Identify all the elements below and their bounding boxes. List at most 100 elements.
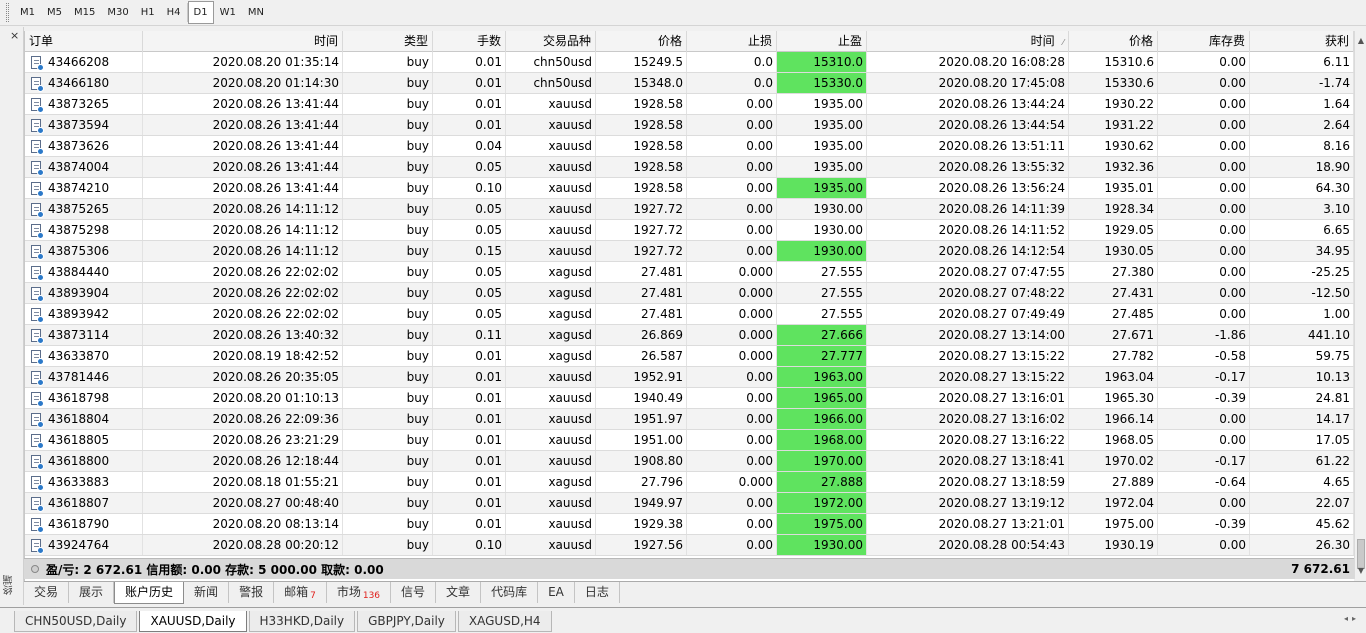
col-type: buy	[343, 409, 433, 429]
col-open-price: 15348.0	[596, 73, 687, 93]
toolbar-grip[interactable]	[6, 3, 9, 22]
col-lots: 0.05	[433, 283, 506, 303]
header-col-open-time[interactable]: 时间	[143, 31, 343, 52]
header-col-type[interactable]: 类型	[343, 31, 433, 52]
tab-9[interactable]: 代码库	[481, 582, 539, 603]
table-row[interactable]: 43618805 2020.08.26 23:21:29 buy 0.01 xauusd…	[25, 430, 1354, 451]
col-tp: 1965.00	[777, 388, 867, 408]
chart-tab-3[interactable]: GBPJPY,Daily	[357, 611, 456, 632]
chart-tab-1[interactable]: XAUUSD,Daily	[139, 611, 247, 632]
table-row[interactable]: 43633883 2020.08.18 01:55:21 buy 0.01 xagusd…	[25, 472, 1354, 493]
col-type: buy	[343, 325, 433, 345]
timeframe-m30-button[interactable]: M30	[101, 1, 134, 24]
tab-6[interactable]: 市场 136	[327, 582, 392, 603]
close-icon[interactable]: ×	[10, 29, 19, 42]
col-symbol: xagusd	[506, 304, 596, 324]
timeframe-m15-button[interactable]: M15	[68, 1, 101, 24]
col-order: 43618790	[25, 514, 143, 534]
tab-0[interactable]: 交易	[24, 582, 70, 603]
col-open-price: 1929.38	[596, 514, 687, 534]
header-col-swap[interactable]: 库存费	[1158, 31, 1250, 52]
table-row[interactable]: 43875265 2020.08.26 14:11:12 buy 0.05 xauusd…	[25, 199, 1354, 220]
timeframe-h4-button[interactable]: H4	[161, 1, 187, 24]
header-col-order[interactable]: 订单	[25, 31, 143, 52]
col-sl: 0.00	[687, 367, 777, 387]
chart-tab-0[interactable]: CHN50USD,Daily	[14, 611, 138, 632]
table-row[interactable]: 43873626 2020.08.26 13:41:44 buy 0.04 xauusd…	[25, 136, 1354, 157]
tab-4[interactable]: 警报	[229, 582, 275, 603]
closed-order-icon	[30, 265, 44, 281]
header-col-open-price[interactable]: 价格	[596, 31, 687, 52]
header-col-close-time[interactable]: 时间 ⁄	[867, 31, 1069, 52]
col-close-price: 1931.22	[1069, 115, 1158, 135]
table-row[interactable]: 43466208 2020.08.20 01:35:14 buy 0.01 chn50u…	[25, 52, 1354, 73]
col-order: 43874210	[25, 178, 143, 198]
header-col-lots[interactable]: 手数	[433, 31, 506, 52]
table-row[interactable]: 43874210 2020.08.26 13:41:44 buy 0.10 xauusd…	[25, 178, 1354, 199]
table-row[interactable]: 43874004 2020.08.26 13:41:44 buy 0.05 xauusd…	[25, 157, 1354, 178]
chart-tab-4[interactable]: XAGUSD,H4	[457, 611, 552, 632]
tab-11[interactable]: 日志	[575, 582, 620, 603]
table-row[interactable]: 43781446 2020.08.26 20:35:05 buy 0.01 xauusd…	[25, 367, 1354, 388]
tab-1[interactable]: 展示	[69, 582, 115, 603]
tab-7[interactable]: 信号	[391, 582, 437, 603]
col-close-price: 27.431	[1069, 283, 1158, 303]
col-type: buy	[343, 94, 433, 114]
table-row[interactable]: 43924764 2020.08.28 00:20:12 buy 0.10 xauusd…	[25, 535, 1354, 556]
header-col-sl[interactable]: 止损	[687, 31, 777, 52]
table-row[interactable]: 43873114 2020.08.26 13:40:32 buy 0.11 xagusd…	[25, 325, 1354, 346]
table-row[interactable]: 43618800 2020.08.26 12:18:44 buy 0.01 xauusd…	[25, 451, 1354, 472]
tab-3[interactable]: 新闻	[184, 582, 230, 603]
table-row[interactable]: 43618798 2020.08.20 01:10:13 buy 0.01 xauusd…	[25, 388, 1354, 409]
table-row[interactable]: 43873265 2020.08.26 13:41:44 buy 0.01 xauusd…	[25, 94, 1354, 115]
header-col-close-price[interactable]: 价格	[1069, 31, 1158, 52]
table-row[interactable]: 43466180 2020.08.20 01:14:30 buy 0.01 chn50u…	[25, 73, 1354, 94]
tab-nav-arrows-icon[interactable]: ◂▸	[1344, 614, 1360, 623]
order-number: 43893942	[48, 307, 110, 321]
timeframe-m1-button[interactable]: M1	[14, 1, 41, 24]
col-close-price: 1963.04	[1069, 367, 1158, 387]
header-col-tp[interactable]: 止盈	[777, 31, 867, 52]
col-close-price: 1930.62	[1069, 136, 1158, 156]
closed-order-icon	[30, 118, 44, 134]
table-row[interactable]: 43633870 2020.08.19 18:42:52 buy 0.01 xagusd…	[25, 346, 1354, 367]
timeframe-d1-button[interactable]: D1	[187, 1, 214, 24]
order-number: 43873114	[48, 328, 110, 342]
chart-tab-2[interactable]: H33HKD,Daily	[248, 611, 356, 632]
table-row[interactable]: 43618804 2020.08.26 22:09:36 buy 0.01 xauusd…	[25, 409, 1354, 430]
tab-5[interactable]: 邮箱 7	[274, 582, 327, 603]
tab-10[interactable]: EA	[538, 582, 575, 603]
col-sl: 0.00	[687, 220, 777, 240]
order-number: 43466208	[48, 55, 110, 69]
tab-label: EA	[548, 585, 564, 599]
tab-label: 邮箱	[284, 585, 309, 599]
vertical-scrollbar[interactable]: ▲ ▼	[1354, 31, 1366, 579]
col-open-price: 1949.97	[596, 493, 687, 513]
tab-label: 警报	[239, 585, 264, 599]
table-row[interactable]: 43873594 2020.08.26 13:41:44 buy 0.01 xauusd…	[25, 115, 1354, 136]
timeframe-h1-button[interactable]: H1	[135, 1, 161, 24]
scroll-up-icon[interactable]: ▲	[1356, 35, 1366, 47]
table-row[interactable]: 43618790 2020.08.20 08:13:14 buy 0.01 xauusd…	[25, 514, 1354, 535]
col-type: buy	[343, 283, 433, 303]
tab-8[interactable]: 文章	[436, 582, 482, 603]
table-row[interactable]: 43893942 2020.08.26 22:02:02 buy 0.05 xagusd…	[25, 304, 1354, 325]
col-close-time: 2020.08.26 13:55:32	[867, 157, 1069, 177]
table-row[interactable]: 43893904 2020.08.26 22:02:02 buy 0.05 xagusd…	[25, 283, 1354, 304]
tab-2[interactable]: 账户历史	[114, 582, 185, 604]
closed-order-icon	[30, 538, 44, 554]
timeframe-m5-button[interactable]: M5	[41, 1, 68, 24]
timeframe-mn-button[interactable]: MN	[242, 1, 270, 24]
table-row[interactable]: 43875298 2020.08.26 14:11:12 buy 0.05 xauusd…	[25, 220, 1354, 241]
table-row[interactable]: 43618807 2020.08.27 00:48:40 buy 0.01 xauusd…	[25, 493, 1354, 514]
header-col-profit[interactable]: 获利	[1250, 31, 1354, 52]
col-type: buy	[343, 136, 433, 156]
table-row[interactable]: 43884440 2020.08.26 22:02:02 buy 0.05 xagusd…	[25, 262, 1354, 283]
timeframe-w1-button[interactable]: W1	[214, 1, 242, 24]
table-row[interactable]: 43875306 2020.08.26 14:11:12 buy 0.15 xauusd…	[25, 241, 1354, 262]
scroll-down-icon[interactable]: ▼	[1356, 565, 1366, 577]
col-symbol: xagusd	[506, 472, 596, 492]
col-symbol: xauusd	[506, 535, 596, 555]
terminal-window: M1 M5 M15 M30 H1 H4 D1 W1 MN × 终端 订单 时间 类型 手数 交易品种 价格…	[0, 0, 1366, 633]
header-col-symbol[interactable]: 交易品种	[506, 31, 596, 52]
